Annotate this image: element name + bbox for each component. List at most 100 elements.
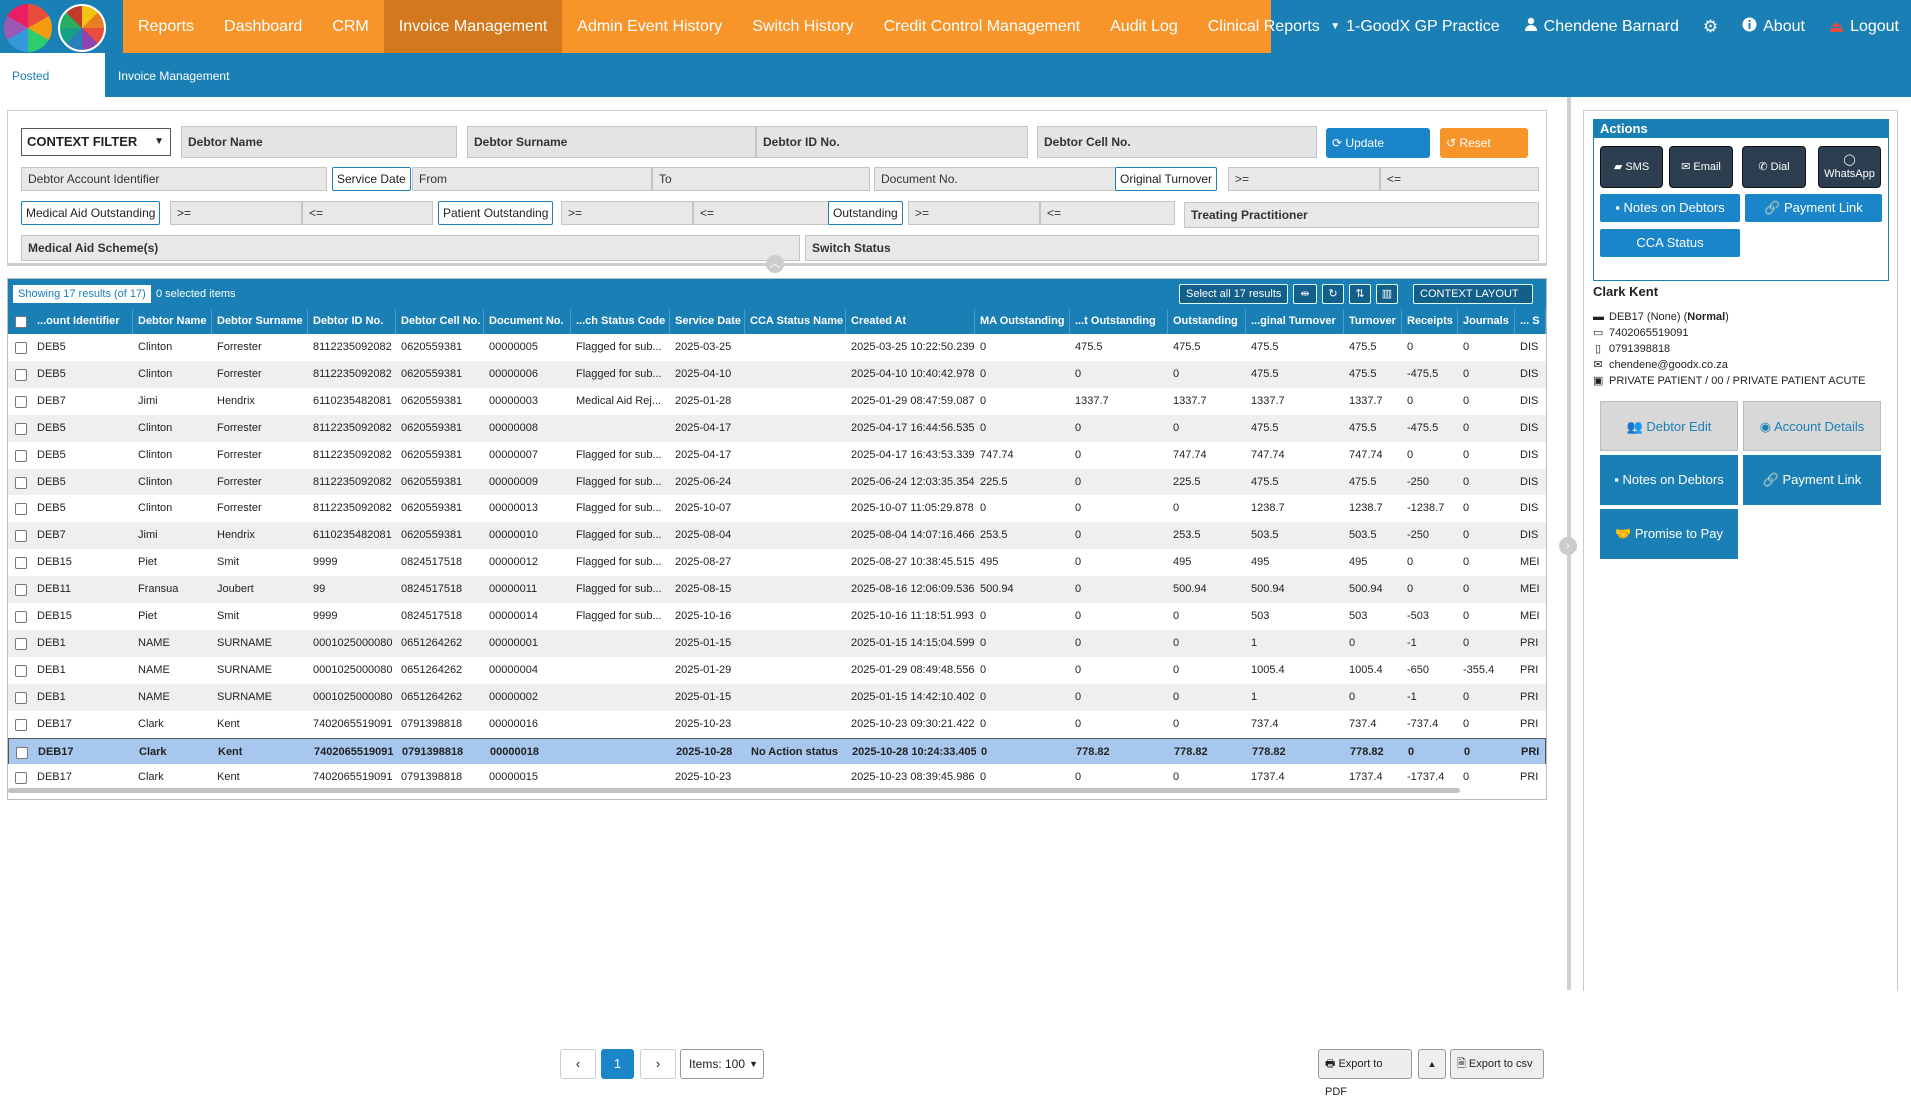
row-checkbox[interactable]: [15, 342, 27, 354]
cca-status-button[interactable]: CCA Status: [1600, 229, 1740, 257]
row-checkbox[interactable]: [15, 530, 27, 543]
original-turnover-max[interactable]: <=: [1380, 167, 1539, 191]
debtor-name-field[interactable]: Debtor Name: [181, 126, 457, 158]
column-header[interactable]: Debtor Cell No.: [396, 309, 484, 334]
collapse-filters-button[interactable]: ︿: [766, 255, 784, 273]
table-row[interactable]: DEB5 Clinton Forrester 8112235092082 0620559…: [8, 360, 1546, 388]
account-identifier-field[interactable]: Debtor Account Identifier: [21, 167, 327, 191]
promise-to-pay-button[interactable]: 🤝 Promise to Pay: [1600, 509, 1738, 559]
table-row[interactable]: DEB15 Piet Smit 9999 0824517518 00000012 Flagg…: [8, 549, 1546, 577]
row-checkbox[interactable]: [15, 395, 27, 408]
page-1-button[interactable]: 1: [601, 1049, 634, 1079]
ma-outstanding-min[interactable]: >=: [170, 201, 302, 225]
table-row[interactable]: DEB17 Clark Kent 7402065519091 0791398818 000…: [8, 737, 1546, 765]
items-per-page-select[interactable]: Items: 100 ▼: [680, 1049, 764, 1079]
menu-audit-log[interactable]: Audit Log: [1095, 0, 1193, 53]
column-header[interactable]: Receipts: [1402, 309, 1458, 334]
original-turnover-min[interactable]: >=: [1228, 167, 1380, 191]
medical-aid-schemes-field[interactable]: Medical Aid Scheme(s): [21, 235, 800, 261]
goodx-logo[interactable]: [4, 2, 108, 52]
account-details-button[interactable]: ◉ Account Details: [1743, 401, 1881, 451]
debtor-cell-field[interactable]: Debtor Cell No.: [1037, 126, 1317, 158]
email-button[interactable]: ✉ Email: [1669, 146, 1733, 188]
column-header[interactable]: ...ount Identifier: [32, 309, 133, 334]
settings-button[interactable]: ⚙: [1691, 17, 1730, 37]
chevron-right-icon[interactable]: ›: [1559, 537, 1577, 555]
reset-filters-button[interactable]: ↺ Reset Filters: [1440, 128, 1528, 180]
context-layout-button[interactable]: CONTEXT LAYOUT ⌄: [1413, 284, 1533, 318]
column-header[interactable]: Debtor Surname: [212, 309, 308, 334]
columns-icon[interactable]: ▥: [1376, 284, 1398, 304]
column-header[interactable]: Debtor Name: [133, 309, 212, 334]
debtor-payment-link-button[interactable]: 🔗 Payment Link: [1743, 455, 1881, 505]
fit-columns-icon[interactable]: ⇹: [1293, 284, 1317, 304]
debtor-surname-field[interactable]: Debtor Surname: [467, 126, 756, 158]
column-header[interactable]: ...ch Status Code: [571, 309, 670, 334]
column-header[interactable]: Service Date: [670, 309, 745, 334]
user-profile[interactable]: Chendene Barnard: [1512, 17, 1691, 36]
menu-admin-event-history[interactable]: Admin Event History: [562, 0, 737, 53]
sms-button[interactable]: ▰ SMS: [1600, 146, 1663, 188]
table-row[interactable]: DEB11 Fransua Joubert 99 0824517518 00000011 F…: [8, 576, 1546, 604]
menu-invoice-management[interactable]: Invoice Management: [383, 0, 563, 53]
row-checkbox[interactable]: [15, 449, 27, 462]
panel-divider[interactable]: ›: [1559, 97, 1577, 990]
column-header[interactable]: ...t Outstanding: [1070, 309, 1168, 334]
menu-clinical-reports[interactable]: Clinical Reports: [1193, 0, 1335, 53]
notes-on-debtors-button[interactable]: ▪ Notes on Debtors: [1600, 194, 1740, 222]
column-header[interactable]: CCA Status Name: [745, 309, 846, 334]
outstanding-min[interactable]: >=: [908, 201, 1040, 225]
column-header[interactable]: Turnover: [1344, 309, 1402, 334]
about-link[interactable]: About: [1730, 17, 1817, 37]
row-checkbox[interactable]: [15, 368, 27, 381]
row-checkbox[interactable]: [15, 584, 27, 597]
table-row[interactable]: DEB15 Piet Smit 9999 0824517518 00000014 Flagg…: [8, 603, 1546, 630]
table-row[interactable]: DEB5 Clinton Forrester 8112235092082 0620559…: [8, 468, 1546, 496]
row-checkbox[interactable]: [15, 718, 27, 731]
payment-link-button[interactable]: 🔗 Payment Link: [1745, 194, 1882, 222]
update-results-button[interactable]: ⟳ Update Results: [1326, 128, 1430, 180]
export-csv-button[interactable]: 🗎 Export to csv: [1450, 1049, 1544, 1079]
column-header[interactable]: Journals: [1458, 309, 1515, 334]
row-checkbox[interactable]: [16, 746, 28, 759]
row-checkbox[interactable]: [15, 772, 27, 785]
tab-invoice-management[interactable]: Invoice Management: [106, 53, 241, 97]
treating-practitioner-field[interactable]: Treating Practitioner: [1184, 202, 1539, 228]
patient-outstanding-max[interactable]: <=: [693, 201, 830, 225]
document-no-field[interactable]: Document No.: [874, 167, 1118, 191]
menu-reports[interactable]: Reports: [123, 0, 209, 53]
service-date-to[interactable]: To: [652, 167, 870, 191]
table-row[interactable]: DEB5 Clinton Forrester 8112235092082 0620559…: [8, 495, 1546, 523]
refresh-grid-icon[interactable]: ↻: [1322, 284, 1344, 304]
outstanding-max[interactable]: <=: [1040, 201, 1175, 225]
column-header[interactable]: Outstanding: [1168, 309, 1246, 334]
next-page-button[interactable]: ›: [640, 1049, 676, 1079]
menu-switch-history[interactable]: Switch History: [737, 0, 868, 53]
select-all-checkbox[interactable]: [15, 316, 27, 328]
debtor-id-field[interactable]: Debtor ID No.: [756, 126, 1028, 158]
switch-status-field[interactable]: Switch Status: [805, 235, 1539, 261]
patient-outstanding-min[interactable]: >=: [561, 201, 693, 225]
dial-button[interactable]: ✆ Dial: [1742, 146, 1806, 188]
table-row[interactable]: DEB7 Jimi Hendrix 6110235482081 0620559381 00…: [8, 387, 1546, 415]
column-header[interactable]: MA Outstanding: [975, 309, 1070, 334]
table-row[interactable]: DEB7 Jimi Hendrix 6110235482081 0620559381 00…: [8, 522, 1546, 550]
export-pdf-button[interactable]: 🖶 Export to PDF: [1318, 1049, 1412, 1098]
table-row[interactable]: DEB5 Clinton Forrester 8112235092082 0620559…: [8, 334, 1546, 361]
practice-selector[interactable]: ▼ 1-GoodX GP Practice: [1318, 18, 1511, 36]
context-filter-select[interactable]: CONTEXT FILTER ▼: [21, 128, 171, 156]
row-checkbox[interactable]: [15, 611, 27, 623]
column-header[interactable]: Document No.: [484, 309, 571, 334]
service-date-from[interactable]: From: [412, 167, 652, 191]
row-checkbox[interactable]: [15, 557, 27, 570]
ma-outstanding-max[interactable]: <=: [302, 201, 433, 225]
column-header[interactable]: Debtor ID No.: [308, 309, 396, 334]
menu-credit-control[interactable]: Credit Control Management: [869, 0, 1096, 53]
table-row[interactable]: DEB1 NAME SURNAME 0001025000080 0651264262 00…: [8, 656, 1546, 684]
row-checkbox[interactable]: [15, 503, 27, 516]
table-row[interactable]: DEB17 Clark Kent 7402065519091 0791398818 000…: [8, 710, 1546, 738]
column-header[interactable]: ...ginal Turnover: [1246, 309, 1344, 334]
horizontal-scrollbar[interactable]: [8, 788, 1460, 793]
row-checkbox[interactable]: [15, 476, 27, 489]
sort-icon[interactable]: ⇅: [1349, 284, 1371, 304]
